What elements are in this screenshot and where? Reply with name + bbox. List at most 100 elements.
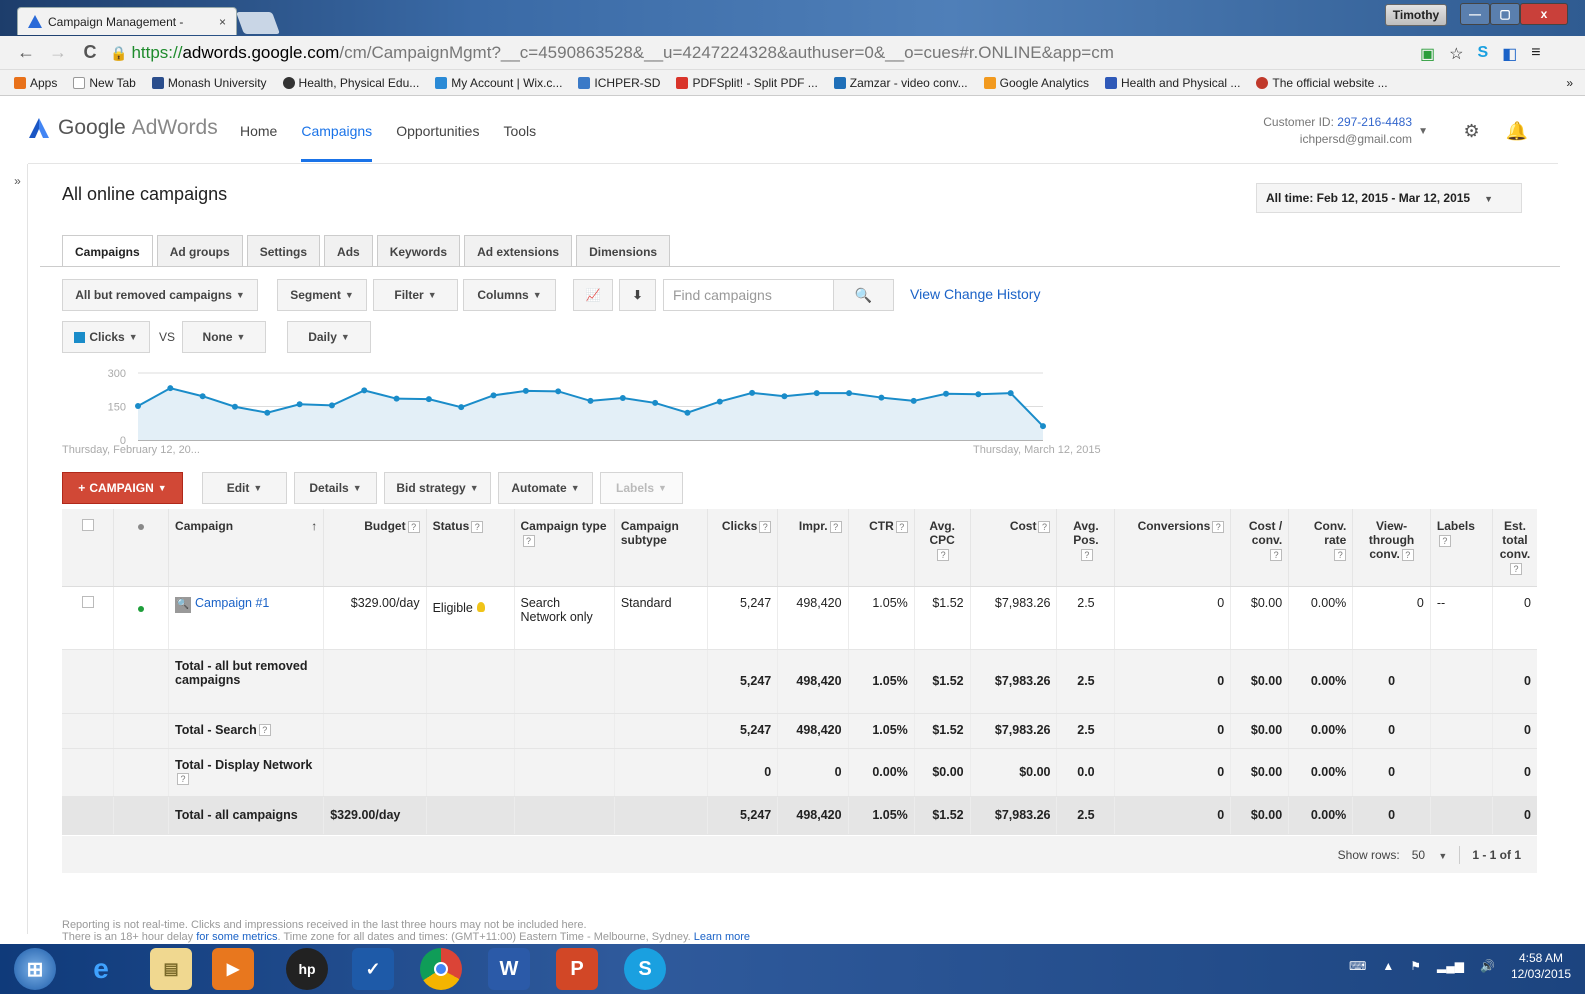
chart-data-point[interactable] bbox=[167, 385, 174, 392]
some-metrics-link[interactable]: for some metrics bbox=[196, 931, 277, 943]
tab-ads[interactable]: Ads bbox=[324, 235, 373, 267]
cast-icon[interactable]: ◧ bbox=[1502, 44, 1517, 64]
search-input[interactable] bbox=[664, 280, 834, 310]
bookmark-analytics[interactable]: Google Analytics bbox=[983, 76, 1089, 90]
tab-ad-extensions[interactable]: Ad extensions bbox=[464, 235, 573, 267]
tab-settings[interactable]: Settings bbox=[246, 235, 321, 267]
header-cost[interactable]: Cost? bbox=[970, 509, 1058, 587]
action-center-flag-icon[interactable]: ⚑ bbox=[1410, 959, 1421, 973]
chart-data-point[interactable] bbox=[878, 394, 885, 401]
sidebar-toggle[interactable]: » bbox=[8, 164, 28, 934]
hp-icon[interactable]: hp bbox=[286, 948, 328, 990]
learn-more-link[interactable]: Learn more bbox=[694, 931, 750, 943]
header-impr[interactable]: Impr.? bbox=[777, 509, 849, 587]
chart-data-point[interactable] bbox=[393, 395, 400, 402]
header-conversions[interactable]: Conversions? bbox=[1114, 509, 1232, 587]
chart-data-point[interactable] bbox=[264, 409, 271, 416]
gear-icon[interactable]: ⚙ bbox=[1463, 121, 1479, 142]
header-est-total[interactable]: Est. total conv.? bbox=[1492, 509, 1537, 587]
header-budget[interactable]: Budget? bbox=[323, 509, 427, 587]
nav-campaigns[interactable]: Campaigns bbox=[301, 123, 373, 162]
start-button-icon[interactable]: ⊞ bbox=[14, 948, 56, 990]
bookmark-ichper[interactable]: ICHPER-SD bbox=[578, 76, 660, 90]
media-player-icon[interactable]: ▶ bbox=[212, 948, 254, 990]
maximize-icon[interactable]: ▢ bbox=[1490, 3, 1520, 25]
chart-data-point[interactable] bbox=[135, 403, 141, 410]
details-dropdown[interactable]: Details ▼ bbox=[294, 472, 377, 504]
header-labels[interactable]: Labels? bbox=[1430, 509, 1493, 587]
add-campaign-button[interactable]: + CAMPAIGN ▼ bbox=[62, 472, 183, 504]
header-view-through[interactable]: View-through conv.? bbox=[1352, 509, 1431, 587]
notification-bell-icon[interactable]: 🔔 bbox=[1506, 121, 1528, 142]
chart-data-point[interactable] bbox=[716, 398, 723, 405]
chart-data-point[interactable] bbox=[361, 387, 368, 394]
chart-data-point[interactable] bbox=[652, 399, 659, 406]
chart-toggle-button[interactable]: 📈 bbox=[573, 279, 613, 311]
labels-dropdown[interactable]: Labels ▼ bbox=[600, 472, 683, 504]
reload-icon[interactable]: C bbox=[78, 42, 102, 63]
profile-button[interactable]: Timothy bbox=[1385, 4, 1447, 26]
download-button[interactable]: ⬇ bbox=[619, 279, 656, 311]
chart-data-point[interactable] bbox=[619, 395, 626, 402]
enabled-status-icon[interactable] bbox=[138, 605, 145, 612]
search-button[interactable]: 🔍 bbox=[833, 280, 893, 310]
chart-data-point[interactable] bbox=[522, 387, 529, 394]
skype-icon[interactable]: S bbox=[1477, 44, 1488, 64]
header-campaign[interactable]: Campaign ↑ bbox=[168, 509, 325, 587]
chart-data-point[interactable] bbox=[328, 402, 335, 409]
adwords-logo[interactable]: Google AdWords bbox=[28, 116, 218, 140]
segment-dropdown[interactable]: Segment ▼ bbox=[277, 279, 367, 311]
header-avg-pos[interactable]: Avg. Pos.? bbox=[1056, 509, 1116, 587]
bookmark-apps[interactable]: Apps bbox=[14, 76, 57, 90]
bookmarks-overflow-icon[interactable]: » bbox=[1566, 76, 1573, 90]
close-window-icon[interactable]: x bbox=[1520, 3, 1568, 25]
customer-info[interactable]: Customer ID: 297-216-4483 ichpersd@gmail… bbox=[1263, 114, 1412, 148]
chart-data-point[interactable] bbox=[555, 388, 562, 395]
tab-campaigns[interactable]: Campaigns bbox=[62, 235, 153, 267]
bookmark-monash[interactable]: Monash University bbox=[151, 76, 267, 90]
expand-sidebar-icon[interactable]: » bbox=[8, 174, 27, 188]
select-all-checkbox[interactable] bbox=[81, 519, 94, 531]
bookmark-official[interactable]: The official website ... bbox=[1256, 76, 1388, 90]
row-checkbox[interactable] bbox=[81, 595, 94, 608]
period-dropdown[interactable]: Daily ▼ bbox=[287, 321, 371, 353]
help-icon[interactable]: ? bbox=[177, 773, 190, 786]
chrome-icon[interactable] bbox=[420, 948, 462, 990]
lightbulb-icon[interactable] bbox=[476, 601, 485, 612]
chart-data-point[interactable] bbox=[846, 390, 853, 397]
campaign-link[interactable]: Campaign #1 bbox=[195, 596, 269, 610]
tab-keywords[interactable]: Keywords bbox=[376, 235, 461, 267]
chart-data-point[interactable] bbox=[587, 397, 594, 404]
header-avg-cpc[interactable]: Avg. CPC? bbox=[914, 509, 971, 587]
header-status[interactable]: Status? bbox=[426, 509, 515, 587]
chart-data-point[interactable] bbox=[749, 389, 756, 396]
new-tab-button[interactable] bbox=[235, 12, 281, 34]
nav-tools[interactable]: Tools bbox=[503, 123, 536, 162]
show-hidden-icons-icon[interactable]: ▲ bbox=[1382, 959, 1394, 973]
word-icon[interactable]: W bbox=[488, 948, 530, 990]
bid-strategy-dropdown[interactable]: Bid strategy ▼ bbox=[384, 472, 491, 504]
chart-data-point[interactable] bbox=[199, 393, 206, 400]
metric2-dropdown[interactable]: None ▼ bbox=[182, 321, 266, 353]
keyboard-icon[interactable]: ⌨ bbox=[1349, 959, 1366, 973]
header-clicks[interactable]: Clicks? bbox=[707, 509, 779, 587]
powerpoint-icon[interactable]: P bbox=[556, 948, 598, 990]
extension-icon[interactable]: ▣ bbox=[1420, 44, 1435, 64]
file-explorer-icon[interactable]: ▤ bbox=[150, 948, 192, 990]
chart-data-point[interactable] bbox=[910, 397, 917, 404]
automate-dropdown[interactable]: Automate ▼ bbox=[498, 472, 593, 504]
system-clock[interactable]: 4:58 AM 12/03/2015 bbox=[1511, 950, 1571, 982]
filter-scope-dropdown[interactable]: All but removed campaigns ▼ bbox=[62, 279, 258, 311]
tab-close-icon[interactable]: × bbox=[219, 15, 226, 29]
skype-taskbar-icon[interactable]: S bbox=[624, 948, 666, 990]
chart-data-point[interactable] bbox=[813, 390, 820, 397]
edit-dropdown[interactable]: Edit ▼ bbox=[202, 472, 287, 504]
chart-data-point[interactable] bbox=[1007, 390, 1014, 397]
tab-dimensions[interactable]: Dimensions bbox=[576, 235, 671, 267]
filter-dropdown[interactable]: Filter ▼ bbox=[373, 279, 458, 311]
header-campaign-type[interactable]: Campaign type? bbox=[514, 509, 615, 587]
date-range-selector[interactable]: All time: Feb 12, 2015 - Mar 12, 2015 ▼ bbox=[1256, 183, 1522, 213]
columns-dropdown[interactable]: Columns ▼ bbox=[463, 279, 556, 311]
internet-explorer-icon[interactable]: e bbox=[80, 948, 122, 990]
nav-home[interactable]: Home bbox=[240, 123, 277, 162]
